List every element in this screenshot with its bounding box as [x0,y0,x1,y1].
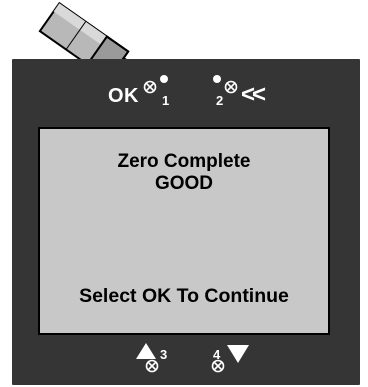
button-4-icon[interactable] [211,359,225,373]
status-title: Zero Complete [117,151,251,172]
lcd-screen: Zero Complete GOOD Select OK To Continue [38,127,330,335]
button-3-icon[interactable] [145,359,159,373]
back-button-label[interactable]: << [241,81,266,109]
button-1-icon[interactable] [143,75,169,94]
button-2-icon[interactable] [213,75,238,94]
button-1-number: 1 [162,93,170,108]
button-2-number: 2 [216,93,224,108]
button-3-number: 3 [160,347,168,362]
instruction-text: Select OK To Continue [79,285,289,307]
device-illustration: OK 1 2 << 3 4 Zero Complete GOOD Select … [0,0,368,387]
button-4-number: 4 [213,347,221,362]
status-result: GOOD [154,173,214,194]
triangle-up-icon[interactable] [136,343,156,359]
triangle-down-icon[interactable] [227,345,249,363]
